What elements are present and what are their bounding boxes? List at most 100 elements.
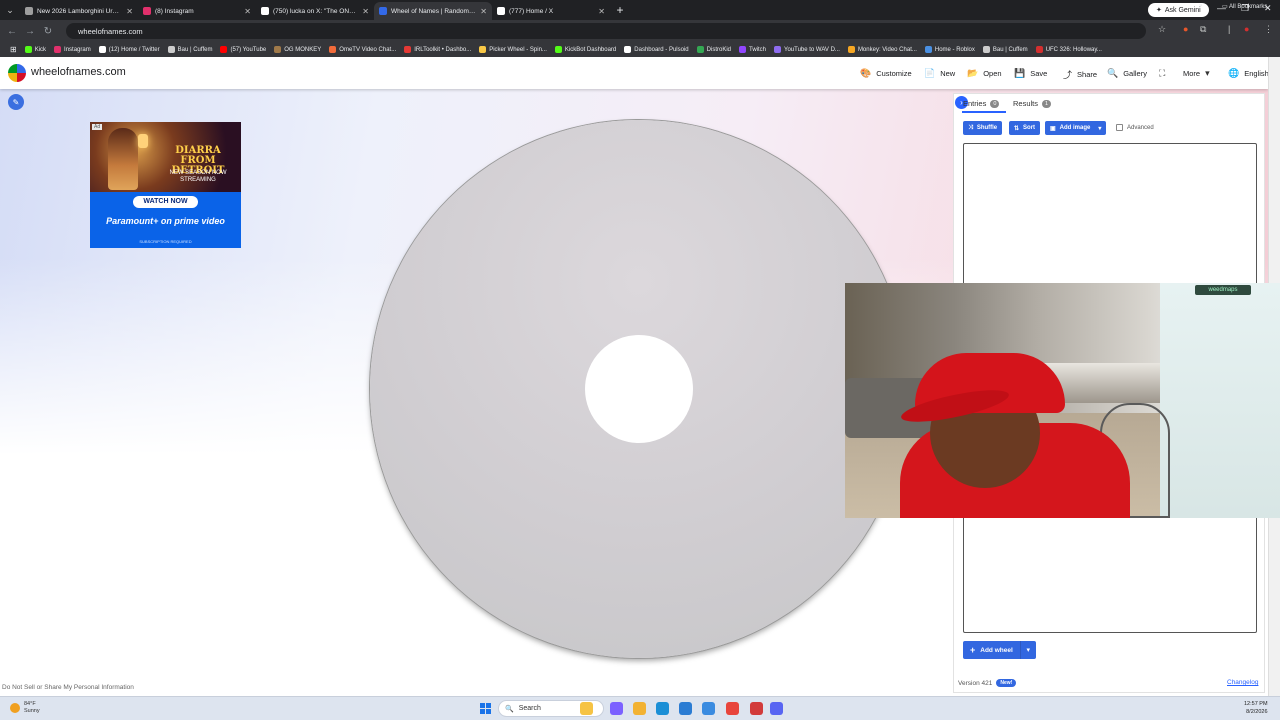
copilot-icon[interactable] bbox=[610, 702, 623, 715]
edit-pencil-icon[interactable]: ✎ bbox=[8, 94, 24, 110]
back-icon[interactable]: ← bbox=[3, 26, 21, 37]
menu-save-button[interactable]: 💾 Save bbox=[1014, 68, 1047, 79]
browser-tab[interactable]: (8) Instagram ✕ bbox=[138, 2, 256, 20]
browser-tab[interactable]: (750) lucka on X: "The ONLY thi ✕ bbox=[256, 2, 374, 20]
bookmark-label: (12) Home / Twitter bbox=[108, 46, 160, 53]
store-icon[interactable] bbox=[679, 702, 692, 715]
extensions-puzzle-icon[interactable]: ⧉ bbox=[1200, 24, 1206, 35]
menu-gallery-button[interactable]: 🔍 Gallery bbox=[1107, 68, 1147, 79]
bookmark-item[interactable]: Instagram bbox=[50, 46, 95, 53]
windows-start-icon[interactable] bbox=[480, 703, 491, 714]
changelog-link[interactable]: Changelog bbox=[1227, 679, 1258, 686]
menu-customize-button[interactable]: 🎨 Customize bbox=[860, 68, 912, 79]
all-bookmarks-link[interactable]: ▭ All Bookmarks bbox=[1222, 3, 1267, 10]
new-badge[interactable]: New! bbox=[996, 679, 1017, 687]
menu-english-button[interactable]: 🌐 English bbox=[1228, 68, 1268, 79]
bookmark-favicon-icon bbox=[329, 46, 337, 53]
sort-icon: ⇅ bbox=[1014, 125, 1020, 132]
checkbox[interactable] bbox=[1116, 124, 1123, 131]
bookmark-item[interactable]: OmeTV Video Chat... bbox=[325, 46, 400, 53]
bookmark-favicon-icon bbox=[220, 46, 228, 53]
bookmark-favicon-icon bbox=[167, 46, 175, 53]
menu-share-button[interactable]: ⤴ Share bbox=[1063, 68, 1097, 81]
close-icon[interactable]: ✕ bbox=[244, 7, 251, 16]
bookmark-item[interactable]: Twitch bbox=[735, 46, 770, 53]
bookmark-label: Bau | Cuffem bbox=[177, 46, 213, 53]
forward-icon[interactable]: → bbox=[21, 26, 39, 37]
media-icon[interactable] bbox=[750, 702, 763, 715]
menu-open-button[interactable]: 📂 Open bbox=[967, 68, 1002, 79]
discord-icon[interactable] bbox=[770, 702, 783, 715]
bookmark-item[interactable]: UFC 326: Holloway... bbox=[1032, 46, 1106, 53]
bookmark-favicon-icon bbox=[54, 46, 62, 53]
bookmark-item[interactable]: Bau | Cuffem bbox=[164, 46, 217, 53]
new-tab-button[interactable]: + bbox=[610, 3, 630, 17]
browser-tab-active[interactable]: Wheel of Names | Random nam ✕ bbox=[374, 2, 492, 20]
bookmark-label: OG MONKEY bbox=[284, 46, 322, 53]
menu-new-button[interactable]: 📄 New bbox=[924, 68, 955, 79]
bookmark-item[interactable]: YouTube to WAV D... bbox=[770, 46, 844, 53]
system-clock[interactable]: 12:57 PM 8/2/2026 bbox=[1244, 700, 1268, 716]
extension-icon[interactable]: ● bbox=[1183, 24, 1188, 34]
add-wheel-dropdown-chevron-icon[interactable]: ▾ bbox=[1019, 641, 1036, 659]
advanced-checkbox[interactable]: Advanced bbox=[1116, 124, 1154, 131]
browser-tab-strip: ⌄ New 2026 Lamborghini Urus SE ✕ (8) Ins… bbox=[0, 0, 1280, 20]
menu-fullscreen-button[interactable]: ⛶ bbox=[1159, 68, 1170, 79]
browser-tab[interactable]: New 2026 Lamborghini Urus SE ✕ bbox=[20, 2, 138, 20]
reload-icon[interactable]: ↻ bbox=[39, 26, 57, 37]
bookmark-item[interactable]: Bau | Cuffem bbox=[979, 46, 1032, 53]
advertisement[interactable]: DIARRA FROM DETROIT NEW SEASON NOW STREA… bbox=[90, 122, 241, 248]
bookmark-item[interactable]: DistroKid bbox=[693, 46, 735, 53]
weather-text: 84°F Sunny bbox=[24, 701, 40, 715]
apps-grid-icon[interactable]: ⊞ bbox=[6, 45, 21, 54]
sort-button[interactable]: ⇅ Sort bbox=[1009, 121, 1041, 135]
watch-now-button[interactable]: WATCH NOW bbox=[133, 196, 198, 208]
kebab-menu-icon[interactable]: ⋮ bbox=[1264, 24, 1273, 35]
chrome-icon[interactable] bbox=[726, 702, 739, 715]
globe-icon: 🌐 bbox=[1228, 68, 1240, 78]
tab-favicon-icon bbox=[497, 7, 505, 15]
edge-icon[interactable] bbox=[656, 702, 669, 715]
wheel-logo-icon[interactable] bbox=[8, 64, 26, 82]
bookmark-item[interactable]: Picker Wheel - Spin... bbox=[475, 46, 551, 53]
file-explorer-icon[interactable] bbox=[580, 702, 593, 715]
shuffle-button[interactable]: ⤨ Shuffle bbox=[963, 121, 1003, 135]
bookmark-item[interactable]: OG MONKEY bbox=[270, 46, 325, 53]
browser-tab[interactable]: (777) Home / X ✕ bbox=[492, 2, 610, 20]
close-icon[interactable]: ✕ bbox=[598, 7, 605, 16]
add-image-button[interactable]: ▣ Add image ▾ bbox=[1045, 121, 1107, 135]
bookmark-item[interactable]: Home - Roblox bbox=[921, 46, 979, 53]
profile-avatar-icon[interactable]: ● bbox=[1244, 24, 1249, 34]
mail-icon[interactable] bbox=[702, 702, 715, 715]
close-icon[interactable]: ✕ bbox=[126, 7, 133, 16]
wheel-center-hub[interactable] bbox=[585, 335, 693, 443]
more-bookmarks-icon[interactable]: » bbox=[1199, 3, 1202, 9]
add-wheel-button[interactable]: + Add wheel bbox=[963, 641, 1020, 659]
close-icon[interactable]: ✕ bbox=[362, 7, 369, 16]
bookmark-item[interactable]: (12) Home / Twitter bbox=[95, 46, 164, 53]
bookmark-item[interactable]: Dashboard - Pulsoid bbox=[620, 46, 692, 53]
tab-results[interactable]: Results 1 bbox=[1013, 99, 1052, 108]
bookmark-item[interactable]: IRLToolkit • Dashbo... bbox=[400, 46, 475, 53]
close-icon[interactable]: ✕ bbox=[480, 7, 487, 16]
privacy-link[interactable]: Do Not Sell or Share My Personal Informa… bbox=[2, 684, 134, 691]
folder-icon[interactable] bbox=[633, 702, 646, 715]
site-title[interactable]: wheelofnames.com bbox=[31, 66, 126, 78]
spin-wheel[interactable] bbox=[370, 120, 908, 658]
palette-icon: 🎨 bbox=[860, 68, 872, 78]
bookmark-item[interactable]: Kick bbox=[21, 46, 50, 53]
bookmark-item[interactable]: (57) YouTube bbox=[216, 46, 270, 53]
sparkle-icon: ✦ bbox=[1156, 7, 1162, 14]
weather-widget[interactable]: 84°F Sunny bbox=[10, 701, 40, 715]
tab-title: (8) Instagram bbox=[155, 7, 194, 15]
address-bar[interactable]: wheelofnames.com bbox=[66, 23, 1146, 39]
bookmark-label: Dashboard - Pulsoid bbox=[634, 46, 689, 53]
tab-search-chevron-icon[interactable]: ⌄ bbox=[0, 0, 20, 20]
browser-toolbar: ← → ↻ wheelofnames.com ☆ ● ⧉ | ● ⋮ bbox=[0, 20, 1280, 42]
bookmark-item[interactable]: KickBot Dashboard bbox=[551, 46, 620, 53]
menu-more-button[interactable]: More ▾ bbox=[1183, 68, 1210, 79]
menu-label: English bbox=[1244, 69, 1268, 78]
bookmark-item[interactable]: Monkey: Video Chat... bbox=[844, 46, 921, 53]
bookmark-star-icon[interactable]: ☆ bbox=[1158, 24, 1166, 35]
tab-entries[interactable]: Entries 0 bbox=[963, 99, 1000, 108]
